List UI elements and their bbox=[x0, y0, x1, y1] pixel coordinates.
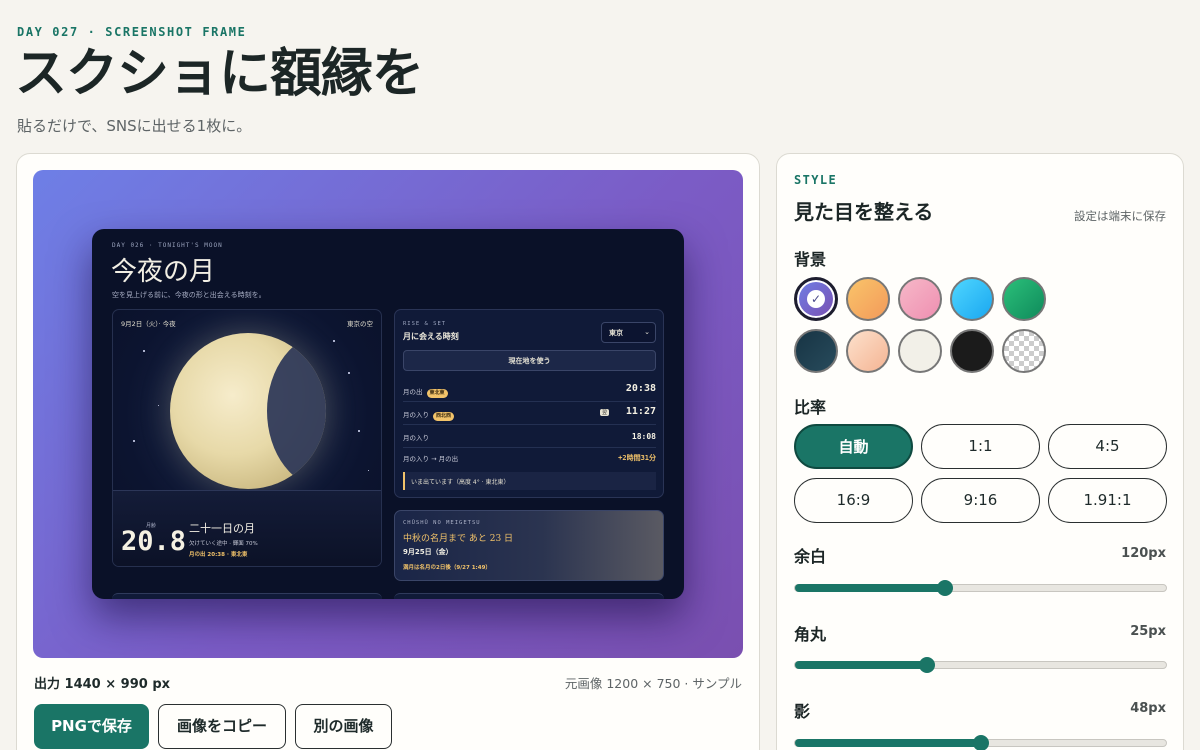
swatch-cream[interactable] bbox=[898, 329, 942, 373]
shadow-slider[interactable] bbox=[794, 735, 1167, 750]
moon-name: 二十一日の月 bbox=[189, 522, 255, 535]
copy-image-button[interactable]: 画像をコピー bbox=[158, 704, 286, 749]
inner-subtitle: 空を見上げる前に、今夜の形と出会える時刻を。 bbox=[112, 291, 266, 299]
padding-value: 120px bbox=[1121, 546, 1166, 561]
moon-phase: 欠けていく途中 · 輝面 70% bbox=[189, 541, 258, 547]
output-size: 出力 1440 × 990 px bbox=[34, 677, 171, 692]
shadow-value: 48px bbox=[1130, 701, 1166, 716]
table-row: 月の入り 18:08 bbox=[403, 426, 656, 448]
swatch-black[interactable] bbox=[950, 329, 994, 373]
ratio-1-1-button[interactable]: 1:1 bbox=[921, 424, 1040, 469]
rise-kicker: RISE & SET bbox=[403, 321, 447, 327]
festival-note: 満月は名月の2日後（9/27 1:49） bbox=[403, 565, 491, 571]
screenshot-image: DAY 026 · TONIGHT'S MOON 今夜の月 空を見上げる前に、今… bbox=[92, 229, 684, 599]
background-label: 背景 bbox=[794, 250, 827, 269]
inner-title: 今夜の月 bbox=[111, 257, 216, 287]
status-note: いま出ています（高度 4° · 東北東） bbox=[403, 472, 656, 490]
swatch-navy-gradient[interactable] bbox=[794, 329, 838, 373]
moon-date: 9月2日（火）· 今夜 bbox=[121, 320, 176, 328]
slider-thumb[interactable] bbox=[918, 657, 935, 673]
table-row: 月の出 東北東 20:38 bbox=[403, 380, 656, 402]
radius-value: 25px bbox=[1130, 624, 1166, 639]
save-png-button[interactable]: PNGで保存 bbox=[34, 704, 149, 749]
moon-icon bbox=[170, 333, 326, 489]
direction-badge: 東北東 bbox=[426, 389, 448, 398]
city-select: 東京 ⌄ bbox=[601, 322, 656, 343]
ratio-1-91-1-button[interactable]: 1.91:1 bbox=[1048, 478, 1167, 523]
shadow-label: 影 bbox=[794, 702, 811, 721]
moon-panel: 9月2日（火）· 今夜 東京の空 月齢 20.8 二十一日の月 欠けていく途中 … bbox=[112, 309, 382, 567]
style-kicker: STYLE bbox=[794, 173, 838, 187]
ratio-16-9-button[interactable]: 16:9 bbox=[794, 478, 913, 523]
festival-date: 9月25日（金） bbox=[403, 548, 453, 556]
source-size: 元画像 1200 × 750 · サンプル bbox=[564, 676, 742, 691]
swatch-orange-gradient[interactable] bbox=[846, 277, 890, 321]
swatch-peach-gradient[interactable] bbox=[846, 329, 890, 373]
padding-label: 余白 bbox=[794, 547, 827, 566]
page-title: スクショに額縁を bbox=[15, 44, 424, 104]
panel-edge bbox=[112, 593, 382, 599]
festival-kicker: CHŪSHŪ NO MEIGETSU bbox=[403, 520, 481, 526]
other-image-button[interactable]: 別の画像 bbox=[295, 704, 392, 749]
check-icon: ✓ bbox=[807, 290, 825, 308]
swatch-blue-gradient[interactable] bbox=[950, 277, 994, 321]
table-row: 月の入り 西北西 翌 11:27 bbox=[403, 403, 656, 425]
slider-thumb[interactable] bbox=[972, 735, 989, 750]
style-title: 見た目を整える bbox=[794, 200, 934, 224]
moon-place: 東京の空 bbox=[347, 320, 373, 328]
table-row: 月の入り → 月の出 +2時間31分 bbox=[403, 454, 656, 463]
rise-set-panel: RISE & SET 月に会える時刻 東京 ⌄ 現在地を使う 月の出 東北東 20:… bbox=[394, 309, 664, 498]
moon-rise: 月の出 20:38 · 東北東 bbox=[189, 552, 248, 558]
direction-badge: 西北西 bbox=[433, 412, 455, 421]
header-kicker: DAY 027 · SCREENSHOT FRAME bbox=[17, 25, 247, 39]
radius-label: 角丸 bbox=[794, 625, 827, 644]
preview-card: DAY 026 · TONIGHT'S MOON 今夜の月 空を見上げる前に、今… bbox=[16, 153, 760, 750]
rise-title: 月に会える時刻 bbox=[403, 332, 459, 341]
chevron-down-icon: ⌄ bbox=[644, 328, 650, 336]
festival-panel: CHŪSHŪ NO MEIGETSU 中秋の名月まで あと 23 日 9月25日… bbox=[394, 510, 664, 581]
ratio-4-5-button[interactable]: 4:5 bbox=[1048, 424, 1167, 469]
use-location-button: 現在地を使う bbox=[403, 350, 656, 371]
style-panel: STYLE 見た目を整える 設定は端末に保存 背景 ✓ 比率 自動 1:1 4:… bbox=[776, 153, 1184, 750]
swatch-pink-gradient[interactable] bbox=[898, 277, 942, 321]
swatch-transparent[interactable] bbox=[1002, 329, 1046, 373]
padding-slider[interactable] bbox=[794, 580, 1167, 596]
radius-slider[interactable] bbox=[794, 657, 1167, 673]
ratio-9-16-button[interactable]: 9:16 bbox=[921, 478, 1040, 523]
swatch-purple-gradient[interactable]: ✓ bbox=[794, 277, 838, 321]
slider-fill bbox=[795, 584, 946, 592]
inner-kicker: DAY 026 · TONIGHT'S MOON bbox=[112, 242, 223, 249]
slider-fill bbox=[795, 661, 927, 669]
panel-edge bbox=[394, 593, 664, 599]
slider-fill bbox=[795, 739, 981, 747]
ratio-auto-button[interactable]: 自動 bbox=[794, 424, 913, 469]
next-day-badge: 翌 bbox=[599, 409, 609, 416]
framed-preview: DAY 026 · TONIGHT'S MOON 今夜の月 空を見上げる前に、今… bbox=[33, 170, 743, 658]
moon-age: 20.8 bbox=[121, 526, 187, 557]
slider-thumb[interactable] bbox=[937, 580, 954, 596]
swatch-green-gradient[interactable] bbox=[1002, 277, 1046, 321]
save-note: 設定は端末に保存 bbox=[1074, 209, 1166, 223]
ratio-label: 比率 bbox=[794, 398, 827, 417]
festival-title: 中秋の名月まで あと 23 日 bbox=[403, 534, 514, 544]
page-subtitle: 貼るだけで、SNSに出せる1枚に。 bbox=[17, 117, 252, 135]
